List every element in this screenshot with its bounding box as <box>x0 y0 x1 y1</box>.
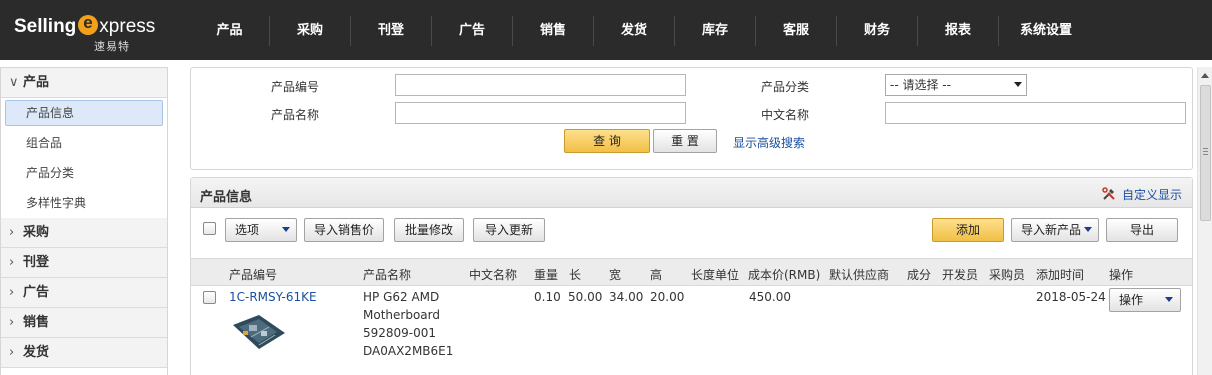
sidebar-group-shipping[interactable]: › 发货 <box>1 338 167 368</box>
chevron-right-icon: › <box>9 345 15 360</box>
panel-title: 产品信息 <box>200 190 253 205</box>
added-date-value: 2018-05-24 <box>1036 290 1106 304</box>
dropdown-arrow-icon <box>1014 82 1022 87</box>
tools-icon <box>1102 187 1116 201</box>
sidebar-group-listing[interactable]: › 刊登 <box>1 248 167 278</box>
chevron-right-icon: › <box>9 285 15 300</box>
scrollbar-thumb[interactable] <box>1200 85 1211 221</box>
chevron-down-icon: ∨ <box>9 75 19 90</box>
product-name-line-1: HP G62 AMD <box>363 290 440 304</box>
sidebar-group-product[interactable]: ∨ 产品 <box>1 68 167 98</box>
advanced-search-link[interactable]: 显示高级搜索 <box>733 134 805 151</box>
col-added-time[interactable]: 添加时间 <box>1036 266 1084 283</box>
col-cn-name[interactable]: 中文名称 <box>469 266 517 283</box>
add-button[interactable]: 添加 <box>932 218 1004 242</box>
col-default-supplier[interactable]: 默认供应商 <box>829 266 889 283</box>
dropdown-arrow-icon <box>282 227 290 232</box>
nav-product[interactable]: 产品 <box>190 16 270 46</box>
sidebar-item-category[interactable]: 产品分类 <box>1 158 167 188</box>
sidebar-group-ads[interactable]: › 广告 <box>1 278 167 308</box>
row-checkbox[interactable] <box>203 291 216 304</box>
import-new-product-dropdown[interactable]: 导入新产品 <box>1011 218 1099 242</box>
width-value: 34.00 <box>609 290 644 304</box>
col-product-name[interactable]: 产品名称 <box>363 266 411 283</box>
dropdown-arrow-icon <box>1165 297 1173 302</box>
cn-name-label: 中文名称 <box>761 108 810 122</box>
col-product-no[interactable]: 产品编号 <box>229 266 277 283</box>
col-length[interactable]: 长 <box>569 266 581 283</box>
chevron-right-icon: › <box>9 225 15 240</box>
col-developer[interactable]: 开发员 <box>942 266 978 283</box>
weight-value: 0.10 <box>534 290 561 304</box>
cn-name-input[interactable] <box>885 102 1186 124</box>
select-all-checkbox[interactable] <box>203 222 216 235</box>
chevron-right-icon: › <box>9 255 15 270</box>
product-info-panel: 产品信息 自定义显示 选项 导入销售价 批量修改 导入更新 添加 导入新产品 导… <box>190 177 1193 375</box>
scroll-up-arrow-icon[interactable] <box>1201 73 1209 78</box>
nav-ads[interactable]: 广告 <box>432 16 513 46</box>
col-actions: 操作 <box>1109 268 1134 282</box>
query-button[interactable]: 查 询 <box>564 129 650 153</box>
logo-subtitle: 速易特 <box>94 40 130 53</box>
length-value: 50.00 <box>568 290 603 304</box>
grip-icon <box>1203 148 1208 155</box>
batch-edit-button[interactable]: 批量修改 <box>394 218 464 242</box>
product-no-label: 产品编号 <box>271 80 320 94</box>
sidebar-group-purchase[interactable]: › 采购 <box>1 218 167 248</box>
nav-reports[interactable]: 报表 <box>918 16 999 46</box>
category-label: 产品分类 <box>761 80 810 94</box>
custom-display-link[interactable]: 自定义显示 <box>1102 186 1182 203</box>
sidebar-group-sales[interactable]: › 销售 <box>1 308 167 338</box>
row-actions-dropdown[interactable]: 操作 <box>1109 288 1181 312</box>
import-update-button[interactable]: 导入更新 <box>473 218 545 242</box>
reset-button[interactable]: 重 置 <box>653 129 717 153</box>
top-navigation-bar: Selling e xpress 速易特 产品 采购 刊登 广告 销售 发货 库存 … <box>0 0 1212 60</box>
product-no-input[interactable] <box>395 74 686 96</box>
sidebar-item-variation-dict[interactable]: 多样性字典 <box>1 188 167 218</box>
col-composition[interactable]: 成分 <box>907 266 931 283</box>
product-name-line-2: Motherboard <box>363 308 440 322</box>
product-thumbnail[interactable] <box>229 311 287 353</box>
logo-wordmark: Selling e xpress <box>14 13 156 37</box>
nav-inventory[interactable]: 库存 <box>675 16 756 46</box>
panel-header: 产品信息 自定义显示 <box>191 178 1192 208</box>
left-sidebar: ∨ 产品 产品信息 组合品 产品分类 多样性字典 › 采购 › 刊登 › 广告 › 销售 … <box>0 67 168 375</box>
logo-e-mark: e <box>78 13 99 35</box>
product-name-line-4: DA0AX2MB6E1 <box>363 344 454 358</box>
import-sales-price-button[interactable]: 导入销售价 <box>304 218 384 242</box>
nav-shipping[interactable]: 发货 <box>594 16 675 46</box>
table-header: 产品编号 产品名称 中文名称 重量 长 宽 高 长度单位 成本价(RMB) 默认… <box>191 258 1192 286</box>
nav-finance[interactable]: 财务 <box>837 16 918 46</box>
sellingexpress-logo[interactable]: Selling e xpress 速易特 <box>12 12 162 53</box>
nav-purchase[interactable]: 采购 <box>270 16 351 46</box>
col-weight[interactable]: 重量 <box>534 266 558 283</box>
height-value: 20.00 <box>650 290 685 304</box>
col-height[interactable]: 高 <box>650 266 662 283</box>
col-width[interactable]: 宽 <box>609 266 621 283</box>
category-select[interactable]: -- 请选择 -- <box>885 74 1027 96</box>
nav-listing[interactable]: 刊登 <box>351 16 432 46</box>
sidebar-item-product-info[interactable]: 产品信息 <box>5 100 163 126</box>
chevron-right-icon: › <box>9 315 15 330</box>
sidebar-item-bundle[interactable]: 组合品 <box>1 128 167 158</box>
col-length-unit[interactable]: 长度单位 <box>691 266 739 283</box>
nav-sales[interactable]: 销售 <box>513 16 594 46</box>
nav-customer-service[interactable]: 客服 <box>756 16 837 46</box>
col-purchaser[interactable]: 采购员 <box>989 266 1025 283</box>
product-name-line-3: 592809-001 <box>363 326 437 340</box>
export-button[interactable]: 导出 <box>1106 218 1178 242</box>
col-cost[interactable]: 成本价(RMB) <box>748 266 820 283</box>
product-name-input[interactable] <box>395 102 686 124</box>
nav-system-settings[interactable]: 系统设置 <box>999 16 1093 46</box>
sku-link[interactable]: 1C-RMSY-61KE <box>229 290 317 304</box>
vertical-scrollbar[interactable] <box>1197 67 1212 375</box>
cost-value: 450.00 <box>749 290 791 304</box>
product-name-label: 产品名称 <box>271 108 320 122</box>
dropdown-arrow-icon <box>1084 227 1092 232</box>
options-dropdown[interactable]: 选项 <box>225 218 297 242</box>
search-panel: 产品编号 产品名称 产品分类 -- 请选择 -- 中文名称 查 询 重 置 显示… <box>190 67 1193 170</box>
main-nav: 产品 采购 刊登 广告 销售 发货 库存 客服 财务 报表 系统设置 <box>190 16 1093 46</box>
